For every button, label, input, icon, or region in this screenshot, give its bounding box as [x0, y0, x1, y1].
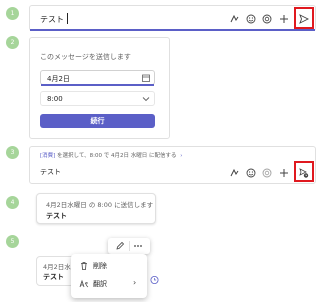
scheduled-compose-text[interactable]: テスト: [40, 167, 61, 177]
compose-text[interactable]: テスト: [40, 14, 64, 25]
schedule-hint-text: を選択して、8:00 で 4月2日 水曜日 に配信する: [55, 153, 177, 159]
emoji-icon[interactable]: [246, 168, 256, 178]
time-value: 8:00: [47, 95, 63, 103]
menu-item-delete[interactable]: 削除: [71, 258, 147, 274]
emoji-icon[interactable]: [246, 14, 256, 24]
chevron-down-icon[interactable]: [141, 94, 151, 104]
message-text: テスト: [43, 273, 64, 281]
more-icon[interactable]: [133, 241, 143, 251]
menu-item-delete-label: 削除: [93, 262, 107, 270]
loop-icon[interactable]: [262, 14, 272, 24]
format-icon[interactable]: [230, 168, 240, 178]
scheduled-message-text: テスト: [46, 212, 67, 220]
date-focus-underline: [41, 84, 154, 86]
step-4-badge: 4: [6, 196, 19, 209]
calendar-icon[interactable]: [141, 73, 151, 83]
step-3-badge: 3: [6, 146, 19, 159]
format-icon[interactable]: [230, 14, 240, 24]
schedule-send-highlight: [294, 161, 314, 182]
compose-focus-underline: [30, 29, 315, 31]
plus-icon[interactable]: [279, 14, 289, 24]
step-5-badge: 5: [6, 235, 19, 248]
schedule-panel-title: このメッセージを送信します: [40, 53, 131, 61]
continue-button[interactable]: 続行: [40, 114, 155, 128]
edit-icon[interactable]: [115, 241, 125, 251]
schedule-send-panel: このメッセージを送信します 4月2日 8:00 続行: [29, 37, 170, 139]
time-picker[interactable]: 8:00: [40, 91, 155, 106]
loop-icon[interactable]: [262, 168, 272, 178]
message-actions-toolbar: [108, 238, 150, 254]
submenu-chevron-icon: ›: [133, 278, 137, 287]
step-1-badge: 1: [6, 7, 19, 20]
chevron-right-icon[interactable]: ›: [180, 153, 182, 159]
plus-icon[interactable]: [279, 168, 289, 178]
date-value: 4月2日: [47, 75, 70, 83]
message-bubble[interactable]: 4月2日水 テスト: [36, 256, 76, 286]
clock-icon: [150, 275, 159, 284]
menu-item-translate-label: 翻訳: [93, 280, 107, 288]
translate-icon: [79, 279, 89, 289]
scheduled-message-bubble[interactable]: 4月2日水曜日 の 8:00 に送信します テスト: [36, 193, 156, 224]
toolbar-divider: [129, 241, 130, 251]
date-picker[interactable]: 4月2日: [40, 70, 155, 85]
schedule-hint-link[interactable]: [消費]: [40, 153, 55, 159]
message-meta: 4月2日水: [43, 263, 71, 271]
scheduled-compose-box[interactable]: [消費] を選択して、8:00 で 4月2日 水曜日 に配信する › テスト: [29, 146, 316, 184]
text-cursor: [67, 13, 68, 24]
message-context-menu: 削除 翻訳 ›: [71, 254, 147, 298]
schedule-hint: [消費] を選択して、8:00 で 4月2日 水曜日 に配信する ›: [40, 151, 182, 159]
scheduled-message-meta: 4月2日水曜日 の 8:00 に送信します: [46, 201, 154, 209]
step-2-badge: 2: [6, 36, 19, 49]
send-button-highlight: [294, 7, 314, 29]
menu-item-translate[interactable]: 翻訳 ›: [71, 276, 147, 292]
trash-icon: [79, 261, 89, 271]
compose-box[interactable]: テスト: [29, 5, 316, 31]
